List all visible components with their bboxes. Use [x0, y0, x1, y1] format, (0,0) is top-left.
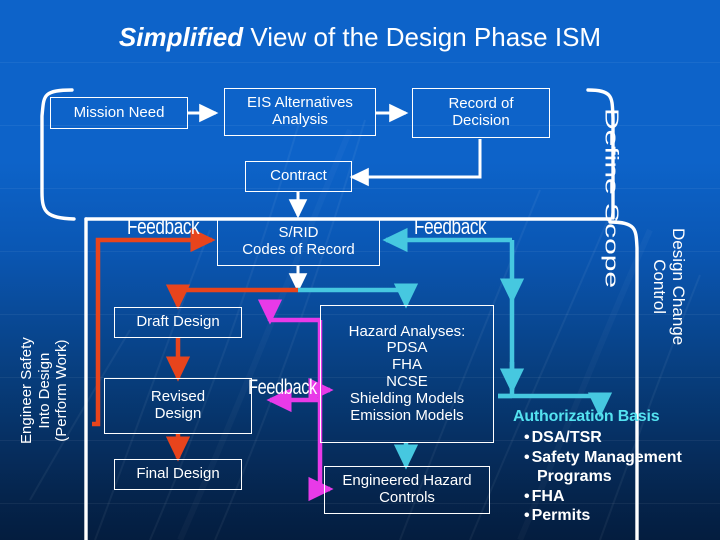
box-mission-need-label: Mission Need: [73, 103, 165, 121]
phase-design-change-control-line1: Design Change: [669, 228, 688, 346]
box-engineered-hazard-controls-label: Engineered Hazard Controls: [342, 472, 472, 506]
box-draft-design-label: Draft Design: [136, 313, 220, 331]
authorization-basis-title: Authorization Basis: [513, 408, 660, 426]
box-final-design[interactable]: Final Design: [114, 459, 242, 490]
box-srid[interactable]: S/RID Codes of Record: [217, 218, 380, 266]
box-hazard-analyses[interactable]: Hazard Analyses: PDSA FHA NCSE Shielding…: [320, 305, 494, 443]
phase-engineer-safety-line1: Engineer Safety: [18, 337, 35, 444]
box-hazard-analyses-label: Hazard Analyses: PDSA FHA NCSE Shielding…: [348, 322, 466, 424]
phase-define-scope: Define Scope: [594, 108, 628, 288]
authorization-item-1: Safety Management: [531, 448, 682, 466]
page-title: Simplified View of the Design Phase ISM: [0, 22, 720, 53]
label-feedback-left: Feedback: [127, 214, 200, 240]
list-item: •DSA/TSR: [524, 429, 602, 446]
label-feedback-middle: Feedback: [248, 376, 317, 400]
box-revised-design-label: Revised Design: [150, 388, 206, 422]
phase-design-change-control-line2: Control: [649, 259, 669, 314]
authorization-item-3: FHA: [531, 487, 565, 505]
label-feedback-right-text: Feedback: [414, 214, 487, 239]
box-final-design-label: Final Design: [136, 465, 220, 483]
box-eis-alternatives-label: EIS Alternatives Analysis: [247, 94, 353, 128]
authorization-item-0: DSA/TSR: [531, 429, 602, 446]
label-feedback-right: Feedback: [414, 214, 487, 240]
box-draft-design[interactable]: Draft Design: [114, 307, 242, 338]
phase-engineer-safety: Engineer Safety Into Design (Perform Wor…: [18, 337, 71, 444]
authorization-item-2: Programs: [537, 468, 612, 486]
label-feedback-left-text: Feedback: [127, 214, 200, 239]
box-contract[interactable]: Contract: [245, 161, 352, 192]
list-item: •Permits: [524, 507, 591, 525]
box-srid-label: S/RID Codes of Record: [242, 224, 355, 258]
box-contract-label: Contract: [270, 167, 327, 185]
box-engineered-hazard-controls[interactable]: Engineered Hazard Controls: [324, 466, 490, 514]
slide-canvas: Simplified View of the Design Phase ISM: [0, 0, 720, 540]
page-title-emphasis: Simplified: [118, 22, 244, 52]
page-title-rest: View of the Design Phase ISM: [243, 22, 602, 52]
list-item: Programs: [524, 467, 682, 487]
list-item: •FHA: [524, 487, 565, 505]
phase-design-change-control: Design Change Control: [650, 228, 688, 345]
phase-define-scope-text: Define Scope: [601, 108, 622, 289]
box-eis-alternatives[interactable]: EIS Alternatives Analysis: [224, 88, 376, 136]
authorization-basis-list: •DSA/TSR •Safety Management Programs •FH…: [524, 428, 682, 526]
box-record-of-decision-label: Record of Decision: [448, 95, 514, 129]
label-feedback-middle-text: Feedback: [248, 376, 317, 399]
phase-engineer-safety-line2: Into Design: [35, 352, 53, 429]
box-revised-design[interactable]: Revised Design: [104, 378, 252, 434]
list-item: •Safety Management: [524, 448, 682, 466]
phase-engineer-safety-line3: (Perform Work): [53, 339, 71, 442]
authorization-basis-title-text: Authorization Basis: [513, 408, 660, 425]
authorization-item-4: Permits: [531, 507, 591, 525]
box-mission-need[interactable]: Mission Need: [50, 97, 188, 129]
box-record-of-decision[interactable]: Record of Decision: [412, 88, 550, 138]
